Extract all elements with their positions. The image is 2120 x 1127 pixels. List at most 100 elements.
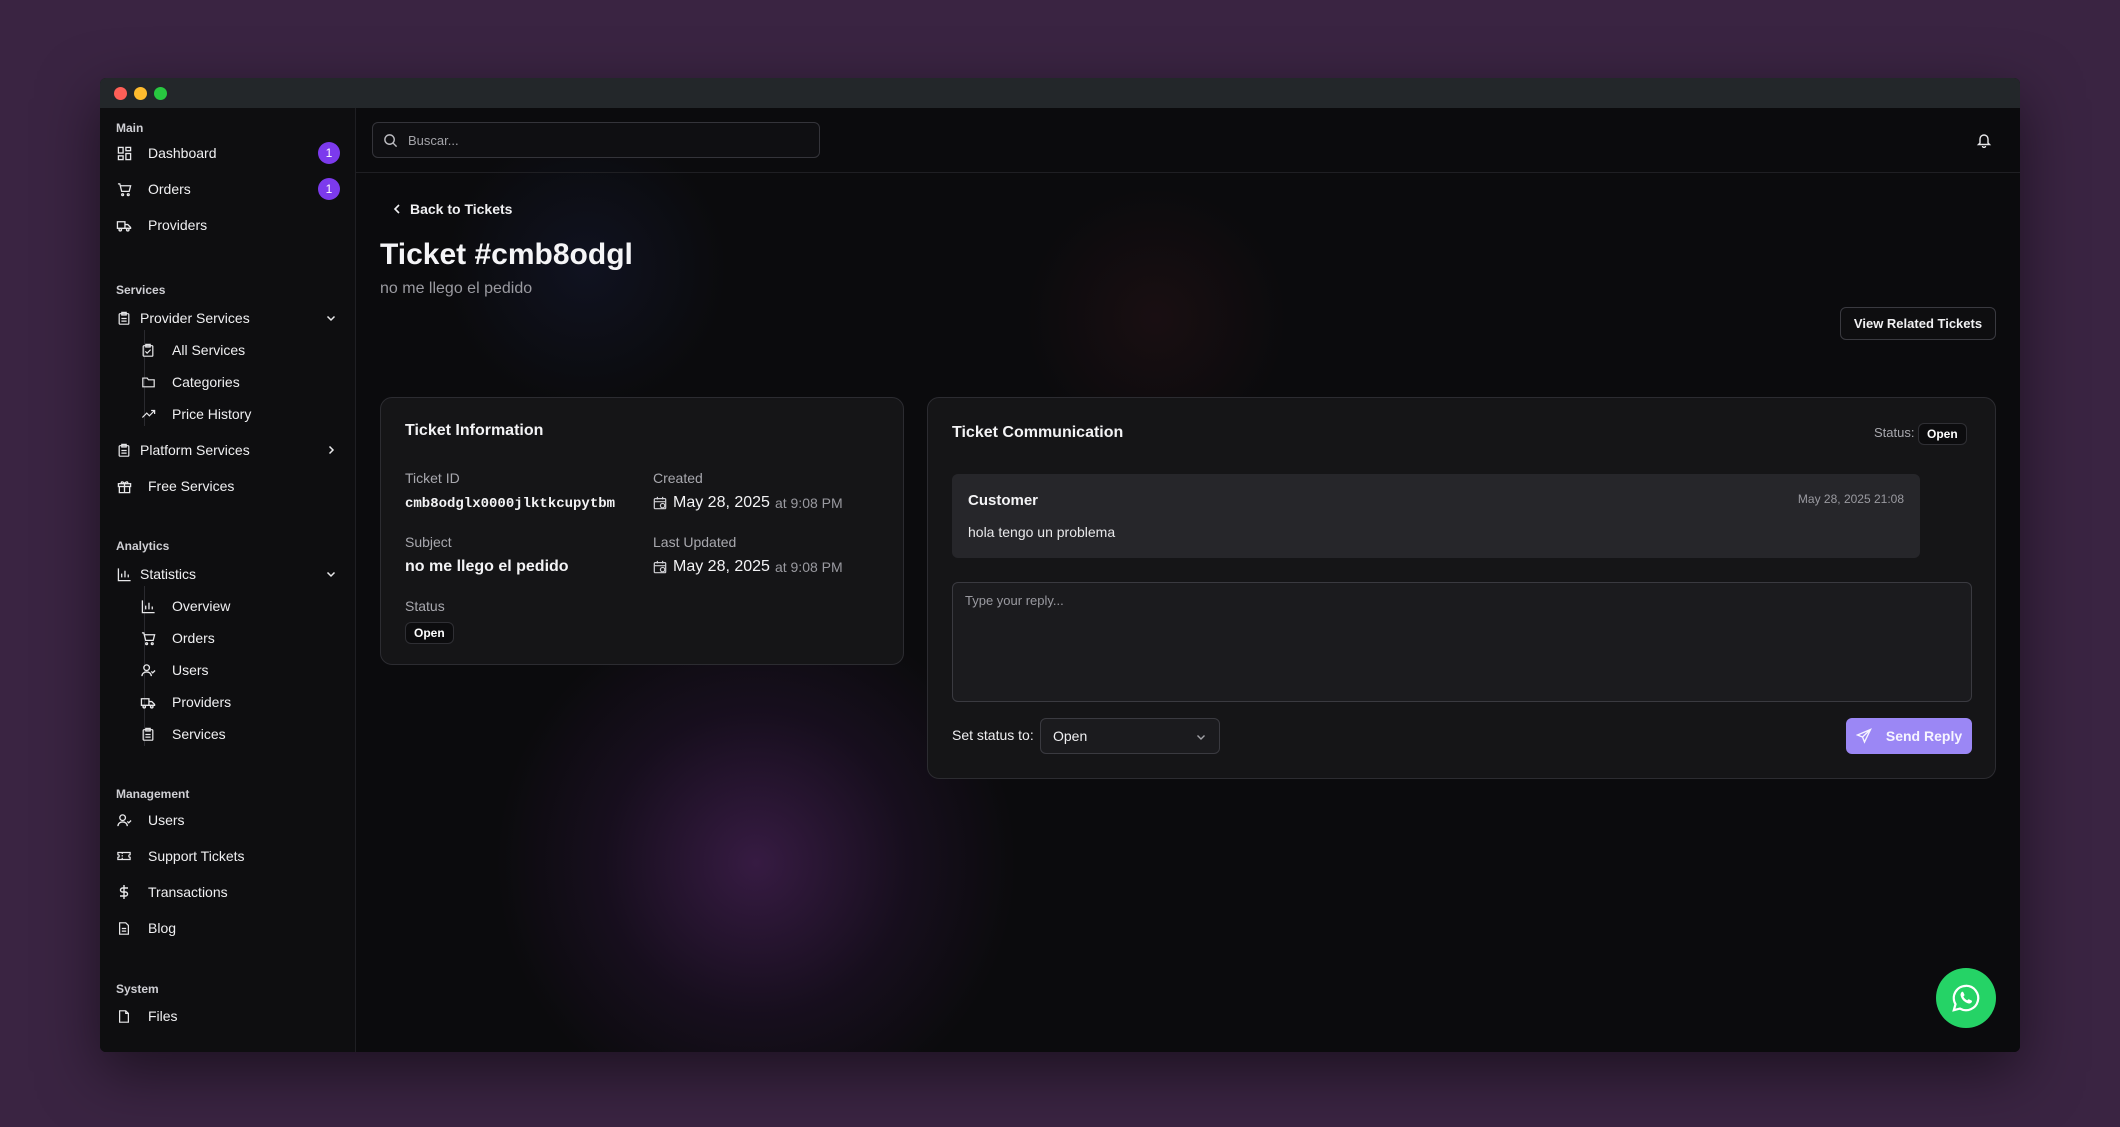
clipboard-icon [140, 726, 156, 742]
sidebar-item-all-services[interactable]: All Services [140, 335, 340, 365]
sidebar-item-label: Orders [148, 181, 191, 197]
bell-icon[interactable] [1970, 126, 1998, 154]
sidebar-item-provider-services[interactable]: Provider Services [116, 303, 340, 333]
reply-textarea[interactable] [952, 582, 1972, 702]
sidebar-item-overview[interactable]: Overview [140, 591, 340, 621]
search-input[interactable] [408, 132, 808, 148]
sidebar-item-blog[interactable]: Blog [116, 913, 340, 943]
status-badge: Open [1918, 423, 1967, 445]
created-time: at 9:08 PM [774, 495, 843, 511]
document-icon [116, 920, 132, 936]
trending-icon [140, 406, 156, 422]
last-updated-label: Last Updated [653, 534, 737, 550]
sidebar-item-support-tickets[interactable]: Support Tickets [116, 841, 340, 871]
last-updated-value: May 28, 2025 at 9:08 PM [653, 558, 843, 576]
subject-label: Subject [405, 534, 452, 550]
status-label: Status [405, 598, 445, 614]
calendar-icon [653, 560, 673, 574]
sidebar-item-stat-providers[interactable]: Providers [140, 687, 340, 717]
sidebar-item-providers[interactable]: Providers [116, 210, 340, 240]
send-reply-label: Send Reply [1885, 728, 1963, 744]
sidebar-item-dashboard[interactable]: Dashboard 1 [116, 138, 340, 168]
message-author: Customer [968, 492, 1039, 509]
maximize-window-button[interactable] [154, 86, 167, 100]
sidebar-item-statistics[interactable]: Statistics [116, 559, 340, 589]
sidebar-item-free-services[interactable]: Free Services [116, 471, 340, 501]
window-titlebar [100, 78, 2020, 108]
sidebar-item-label: Overview [172, 598, 231, 614]
sidebar-item-categories[interactable]: Categories [140, 367, 340, 397]
sidebar-item-label: Blog [148, 920, 177, 936]
back-to-tickets-link[interactable]: Back to Tickets [392, 201, 512, 217]
status-label: Status: [1874, 425, 1915, 440]
clipboard-icon [116, 310, 132, 326]
clipboard-icon [140, 342, 156, 358]
minimize-window-button[interactable] [134, 86, 147, 100]
updated-time: at 9:08 PM [774, 559, 843, 575]
sidebar-item-platform-services[interactable]: Platform Services [116, 435, 340, 465]
chevron-down-icon [324, 311, 338, 325]
sidebar-item-label: Free Services [148, 478, 235, 494]
set-status-label: Set status to: [952, 727, 1034, 743]
notification-badge: 1 [318, 142, 340, 164]
ticket-communication-card: Ticket Communication Status: Open Custom… [927, 397, 1996, 779]
dollar-icon [116, 884, 132, 900]
sidebar-item-label: Providers [172, 694, 232, 710]
subject-value: no me llego el pedido [405, 558, 569, 575]
sidebar-item-label: Users [172, 662, 209, 678]
top-bar [356, 108, 2020, 173]
sidebar-item-label: Dashboard [148, 145, 217, 161]
truck-icon [140, 694, 156, 710]
sidebar-item-users[interactable]: Users [116, 805, 340, 835]
bar-chart-icon [140, 598, 156, 614]
back-link-label: Back to Tickets [410, 201, 513, 217]
sidebar-item-transactions[interactable]: Transactions [116, 877, 340, 907]
status-badge: Open [405, 622, 454, 644]
page-subtitle: no me llego el pedido [380, 280, 533, 297]
chevron-left-icon [392, 203, 402, 215]
sidebar-item-label: Provider Services [140, 310, 250, 326]
whatsapp-button[interactable] [1936, 968, 1996, 1028]
sidebar-item-orders[interactable]: Orders 1 [116, 174, 340, 204]
ticket-id-label: Ticket ID [405, 470, 460, 486]
sidebar-item-label: All Services [172, 342, 246, 358]
truck-icon [116, 217, 132, 233]
search-box[interactable] [372, 122, 820, 158]
sidebar-item-label: Files [148, 1008, 178, 1024]
sidebar-item-files[interactable]: Files [116, 1001, 340, 1031]
sidebar-section-main: Main [116, 121, 144, 135]
sidebar-item-price-history[interactable]: Price History [140, 399, 340, 429]
sidebar-item-label: Transactions [148, 884, 228, 900]
message-timestamp: May 28, 2025 21:08 [1797, 492, 1904, 506]
close-window-button[interactable] [114, 86, 127, 100]
sidebar-section-analytics: Analytics [116, 539, 170, 553]
created-date: May 28, 2025 [673, 494, 770, 511]
message-text: hola tengo un problema [968, 524, 1116, 540]
send-icon [1855, 728, 1872, 744]
ticket-id-value: cmb8odglx0000jlktkcupytbm [405, 496, 616, 512]
view-related-tickets-button[interactable]: View Related Tickets [1840, 307, 1996, 340]
sidebar-item-stat-users[interactable]: Users [140, 655, 340, 685]
status-select[interactable]: Open [1040, 718, 1220, 754]
updated-date: May 28, 2025 [673, 558, 770, 575]
file-icon [116, 1008, 132, 1024]
message-bubble: Customer May 28, 2025 21:08 hola tengo u… [952, 474, 1920, 558]
sidebar-item-stat-services[interactable]: Services [140, 719, 340, 749]
cart-icon [140, 630, 156, 646]
cart-icon [116, 181, 132, 197]
sidebar-item-label: Support Tickets [148, 848, 245, 864]
send-reply-button[interactable]: Send Reply [1846, 718, 1972, 754]
grid-icon [116, 145, 132, 161]
card-title: Ticket Communication [952, 424, 1124, 441]
created-label: Created [653, 470, 703, 486]
sidebar: Main Dashboard 1 Orders 1 Providers Serv… [100, 108, 356, 1052]
status-select-value: Open [1053, 728, 1088, 744]
sidebar-item-stat-orders[interactable]: Orders [140, 623, 340, 653]
sidebar-section-system: System [116, 982, 159, 996]
sidebar-item-label: Categories [172, 374, 240, 390]
sidebar-item-label: Users [148, 812, 185, 828]
notification-badge: 1 [318, 178, 340, 200]
folder-icon [140, 374, 156, 390]
ticket-icon [116, 848, 132, 864]
whatsapp-icon [1951, 983, 1981, 1013]
